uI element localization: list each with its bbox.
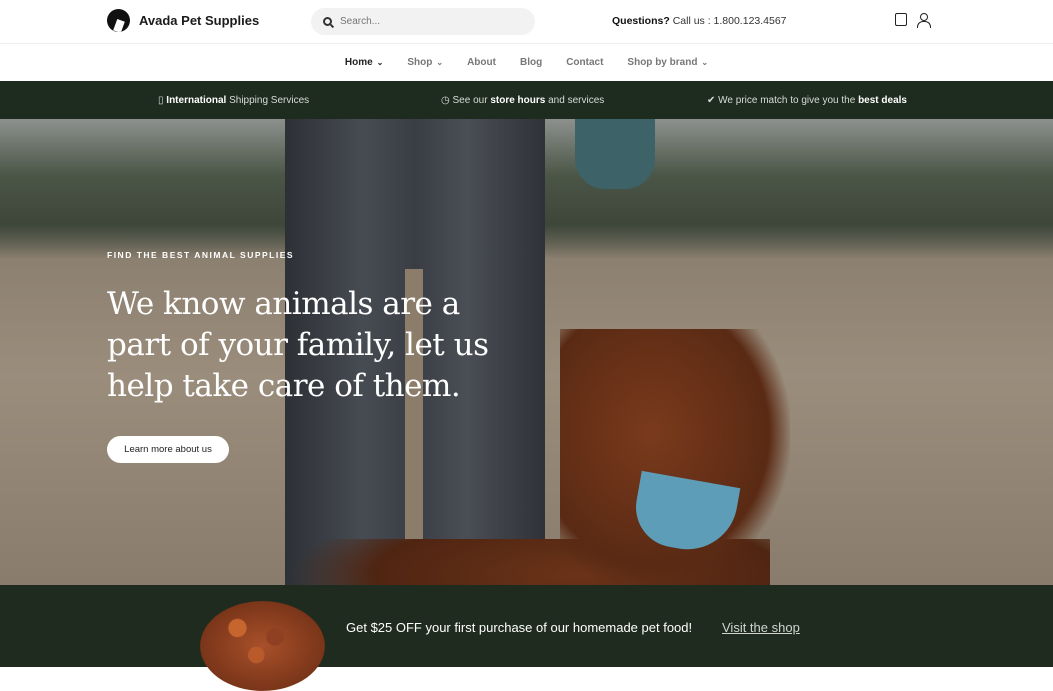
clock-icon: ◷: [441, 94, 450, 106]
info-bar: ▯ International Shipping Services ◷ See …: [0, 81, 1053, 119]
person-arm-image: [575, 119, 655, 189]
map-icon: ▯: [158, 94, 164, 106]
hero-section: FIND THE BEST ANIMAL SUPPLIES We know an…: [0, 119, 1053, 585]
shipping-info: ▯ International Shipping Services: [158, 95, 309, 106]
hours-info: ◷ See our store hours and services: [441, 95, 604, 106]
search-box[interactable]: [311, 8, 535, 35]
brand-logo[interactable]: Avada Pet Supplies: [107, 9, 259, 32]
hours-post: and services: [548, 94, 605, 106]
call-text[interactable]: Call us : 1.800.123.4567: [673, 15, 787, 27]
nav-contact[interactable]: Contact: [566, 57, 603, 68]
promo-banner: Get $25 OFF your first purchase of our h…: [0, 585, 1053, 691]
nav-shop[interactable]: Shop ⌄: [407, 57, 443, 68]
hours-pre: See our: [452, 94, 488, 106]
brand-name: Avada Pet Supplies: [139, 13, 260, 28]
nav-shop-by-brand[interactable]: Shop by brand ⌄: [627, 57, 708, 68]
shipping-text: Shipping Services: [229, 94, 310, 106]
visit-shop-link[interactable]: Visit the shop: [722, 620, 800, 635]
search-input[interactable]: [340, 16, 510, 27]
chevron-down-icon: ⌄: [701, 58, 709, 67]
pet-food-image: [200, 601, 325, 691]
check-icon: ✔: [707, 94, 716, 106]
search-icon: [323, 17, 332, 26]
learn-more-button[interactable]: Learn more about us: [107, 436, 229, 463]
hero-headline: We know animals are a part of your famil…: [107, 286, 489, 404]
nav-home[interactable]: Home ⌄: [345, 57, 384, 68]
price-pre: We price match to give you the: [718, 94, 856, 106]
shipping-bold: International: [166, 94, 227, 106]
nav-brand-label: Shop by brand: [627, 57, 698, 68]
nav-about[interactable]: About: [467, 57, 496, 68]
logo-icon: [107, 9, 130, 32]
nav-shop-label: Shop: [407, 57, 433, 68]
user-account-icon[interactable]: [917, 13, 931, 28]
chevron-down-icon: ⌄: [436, 58, 444, 67]
chevron-down-icon: ⌄: [376, 58, 384, 67]
contact-phone: Questions? Call us : 1.800.123.4567: [612, 15, 787, 27]
main-nav: Home ⌄ Shop ⌄ About Blog Contact Shop by b…: [0, 44, 1053, 81]
hours-bold: store hours: [490, 94, 546, 106]
hero-kicker: FIND THE BEST ANIMAL SUPPLIES: [107, 250, 295, 260]
price-info: ✔ We price match to give you the best de…: [707, 95, 907, 106]
promo-text: Get $25 OFF your first purchase of our h…: [346, 620, 693, 635]
price-bold: best deals: [858, 94, 907, 106]
nav-blog[interactable]: Blog: [520, 57, 542, 68]
nav-home-label: Home: [344, 57, 373, 68]
cart-icon[interactable]: [895, 13, 907, 26]
top-header: Avada Pet Supplies Questions? Call us : …: [0, 0, 1053, 44]
questions-label: Questions?: [612, 15, 670, 27]
